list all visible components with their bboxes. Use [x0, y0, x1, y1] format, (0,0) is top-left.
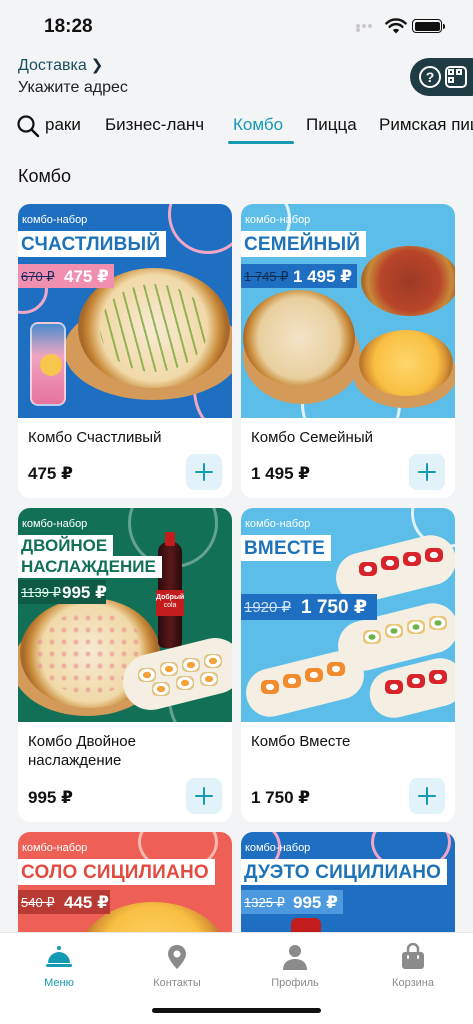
section-title: Комбо	[18, 166, 71, 186]
combo-kind-label: комбо-набор	[245, 842, 311, 854]
combo-plate: ВМЕСТЕ	[241, 535, 331, 561]
tab-contacts[interactable]: Контакты	[118, 943, 236, 989]
price-tag: 1139 ₽ 995 ₽	[18, 580, 107, 604]
add-to-cart-button[interactable]	[409, 778, 445, 814]
price-tag: 1 745 ₽ 1 495 ₽	[241, 264, 357, 288]
tab-pizza[interactable]: Пицца	[306, 115, 357, 135]
new-price: 995 ₽	[62, 583, 107, 602]
new-price: 1 750 ₽	[301, 597, 368, 618]
old-price: 670 ₽	[21, 269, 55, 284]
wifi-icon	[385, 18, 407, 34]
product-name: Комбо Семейный	[251, 429, 373, 446]
product-image: комбо-набор СЕМЕЙНЫЙ 1 745 ₽ 1 495 ₽	[241, 204, 455, 418]
tab-business-lunch[interactable]: Бизнес-ланч	[105, 115, 204, 135]
search-icon[interactable]	[16, 114, 40, 138]
product-price: 1 495 ₽	[251, 464, 311, 483]
product-card-dvoinoe-naslazhdenie[interactable]: Добрый cola комбо-набор ДВОЙНОЕ НАСЛАЖДЕН…	[18, 508, 232, 822]
product-name: Комбо Двойное наслаждение	[28, 733, 136, 769]
product-price: 1 750 ₽	[251, 788, 311, 807]
combo-plate-line2: НАСЛАЖДЕНИЕ	[18, 556, 162, 578]
tab-label: Профиль	[271, 977, 319, 989]
battery-icon	[412, 19, 445, 33]
new-price: 475 ₽	[64, 267, 109, 286]
product-image: комбо-набор ВМЕСТЕ 1920 ₽ 1 750 ₽	[241, 508, 455, 722]
product-card-semeinyi[interactable]: комбо-набор СЕМЕЙНЫЙ 1 745 ₽ 1 495 ₽ Ком…	[241, 204, 455, 498]
shopping-bag-icon	[402, 943, 424, 969]
product-image: комбо-набор ДУЭТО СИЦИЛИАНО 1325 ₽ 995 ₽	[241, 832, 455, 942]
chevron-right-icon: ❯	[90, 57, 104, 74]
active-tab-indicator	[228, 141, 294, 144]
combo-kind-label: комбо-набор	[22, 214, 88, 226]
qr-code-icon[interactable]	[445, 66, 467, 88]
price-tag: 670 ₽ 475 ₽	[18, 264, 114, 288]
category-tabs: раки Бизнес-ланч Комбо Пицца Римская пиц…	[0, 108, 473, 148]
tab-label: Корзина	[392, 977, 434, 989]
signal-dots-icon	[356, 24, 378, 32]
old-price: 540 ₽	[21, 895, 55, 910]
combo-plate: СЧАСТЛИВЫЙ	[18, 231, 167, 257]
home-indicator[interactable]	[152, 1008, 321, 1013]
price-tag: 1920 ₽ 1 750 ₽	[241, 594, 377, 620]
location-pin-icon	[168, 945, 186, 969]
combo-plate: СОЛО СИЦИЛИАНО	[18, 859, 215, 885]
combo-kind-label: комбо-набор	[22, 518, 88, 530]
delivery-label: Доставка	[18, 57, 87, 74]
bottle-label: Добрый cola	[156, 590, 184, 616]
combo-kind-label: комбо-набор	[245, 518, 311, 530]
old-price: 1139 ₽	[21, 585, 61, 600]
combo-kind-label: комбо-набор	[22, 842, 88, 854]
tab-profile[interactable]: Профиль	[236, 943, 354, 989]
product-card-dueto-siciliano[interactable]: комбо-набор ДУЭТО СИЦИЛИАНО 1325 ₽ 995 ₽	[241, 832, 455, 942]
product-card-schastlivyi[interactable]: комбо-набор СЧАСТЛИВЫЙ 670 ₽ 475 ₽ Комбо…	[18, 204, 232, 498]
add-to-cart-button[interactable]	[186, 454, 222, 490]
status-bar: 18:28	[0, 0, 473, 50]
old-price: 1920 ₽	[244, 599, 292, 616]
old-price: 1 745 ₽	[244, 269, 289, 284]
tab-raki[interactable]: раки	[45, 115, 81, 135]
tab-cart[interactable]: Корзина	[354, 943, 472, 989]
combo-kind-label: комбо-набор	[245, 214, 311, 226]
price-tag: 1325 ₽ 995 ₽	[241, 890, 343, 914]
address-prompt[interactable]: Укажите адрес	[18, 79, 128, 97]
product-name: Комбо Вместе	[251, 733, 351, 750]
product-price: 475 ₽	[28, 464, 73, 483]
clock: 18:28	[44, 16, 93, 37]
help-icon[interactable]: ?	[419, 66, 441, 88]
person-icon	[283, 945, 307, 970]
combo-plate: ДУЭТО СИЦИЛИАНО	[241, 859, 448, 885]
tab-combo[interactable]: Комбо	[233, 115, 283, 135]
help-qr-pill: ?	[410, 58, 473, 96]
delivery-selector[interactable]: Доставка ❯	[18, 56, 103, 75]
combo-plate: СЕМЕЙНЫЙ	[241, 231, 367, 257]
product-name: Комбо Счастливый	[28, 429, 162, 446]
new-price: 445 ₽	[64, 893, 109, 912]
new-price: 995 ₽	[293, 893, 338, 912]
new-price: 1 495 ₽	[293, 267, 353, 286]
tab-label: Меню	[44, 977, 74, 989]
tab-menu[interactable]: Меню	[0, 943, 118, 989]
product-image: комбо-набор СОЛО СИЦИЛИАНО 540 ₽ 445 ₽	[18, 832, 232, 942]
cloche-icon	[46, 946, 72, 967]
combo-plate-line1: ДВОЙНОЕ	[18, 535, 114, 557]
add-to-cart-button[interactable]	[409, 454, 445, 490]
tab-roman-pizza[interactable]: Римская пицца	[379, 115, 473, 135]
price-tag: 540 ₽ 445 ₽	[18, 890, 110, 914]
product-image: Добрый cola комбо-набор ДВОЙНОЕ НАСЛАЖДЕН…	[18, 508, 232, 722]
add-to-cart-button[interactable]	[186, 778, 222, 814]
product-card-solo-siciliano[interactable]: комбо-набор СОЛО СИЦИЛИАНО 540 ₽ 445 ₽	[18, 832, 232, 942]
product-image: комбо-набор СЧАСТЛИВЫЙ 670 ₽ 475 ₽	[18, 204, 232, 418]
old-price: 1325 ₽	[244, 895, 285, 910]
tab-label: Контакты	[153, 977, 201, 989]
product-price: 995 ₽	[28, 788, 73, 807]
product-card-vmeste[interactable]: комбо-набор ВМЕСТЕ 1920 ₽ 1 750 ₽ Комбо …	[241, 508, 455, 822]
